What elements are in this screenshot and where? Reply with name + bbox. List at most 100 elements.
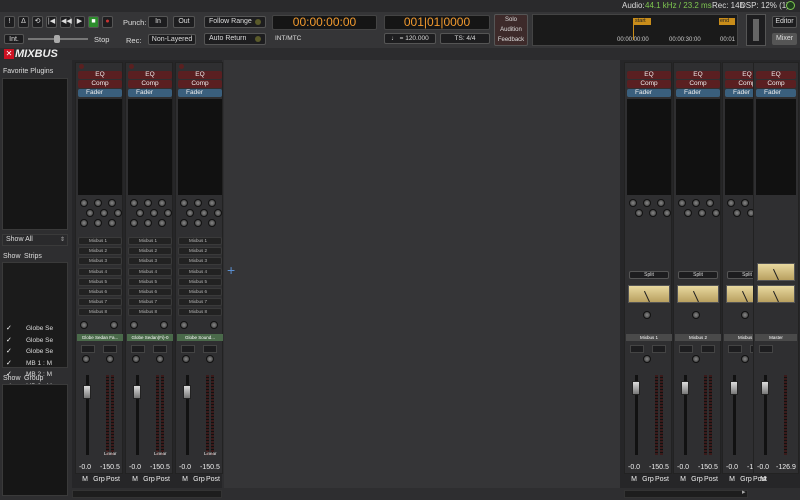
knob-icon[interactable] [643,199,651,207]
send-1[interactable]: Mixbus 1 [78,237,122,245]
strip-width-knob-icon[interactable] [106,355,114,363]
mute-button[interactable]: M [758,476,768,483]
peak-display[interactable]: -150.5 [698,464,718,471]
fader-plugin-button[interactable]: Fader [756,89,796,97]
eq-button[interactable]: EQ [627,71,671,79]
send-8[interactable]: Mixbus 8 [178,308,222,317]
comp-button[interactable]: Comp [627,80,671,88]
send-5[interactable]: Mixbus 5 [178,277,222,286]
mixbus-knob-icon[interactable] [692,311,700,319]
send-5[interactable]: Mixbus 5 [128,277,172,286]
knob-icon[interactable] [663,209,671,217]
strip-rec-icon[interactable] [129,64,134,69]
mixbus-scrollbar[interactable] [624,490,748,498]
strip-width-knob-icon[interactable] [206,355,214,363]
knob-icon[interactable] [114,209,122,217]
send-5[interactable]: Mixbus 5 [78,277,122,286]
strip-visible-checkbox-icon[interactable]: ✓ [6,324,12,332]
knob-icon[interactable] [741,199,749,207]
knob-icon[interactable] [657,199,665,207]
group-button[interactable]: Grp [142,476,156,483]
send-3[interactable]: Mixbus 3 [178,257,222,266]
fader-plugin-button[interactable]: Fader [627,89,671,97]
pan-knob-icon[interactable] [160,321,168,329]
loop-icon[interactable]: ⟲ [32,16,43,28]
solo-icon[interactable] [652,345,666,353]
gain-display[interactable]: -0.0 [79,464,91,471]
mute-icon[interactable] [181,345,195,353]
strip-name-button[interactable]: Globe Sound... [177,334,223,341]
processor-box[interactable] [756,99,796,195]
send-2[interactable]: Mixbus 2 [128,247,172,256]
peak-display[interactable]: -150.5 [150,464,170,471]
comp-button[interactable]: Comp [676,80,720,88]
strip-name-button[interactable]: Globe Sedan Fa... [77,334,123,341]
mixbus-knob-icon[interactable] [643,311,651,319]
peak-display[interactable]: -150.5 [649,464,669,471]
favorite-plugins-list[interactable] [2,78,68,230]
processor-box[interactable] [128,99,172,195]
send-2[interactable]: Mixbus 2 [78,247,122,256]
group-button[interactable]: Grp [192,476,206,483]
input-trim-knob-icon[interactable] [180,321,188,329]
rewind-icon[interactable]: ◀◀ [60,16,72,28]
group-button[interactable]: Grp [690,476,704,483]
mute-button[interactable]: M [130,476,140,483]
strip-list-row[interactable]: ✓ Globe Se [6,347,66,358]
comp-button[interactable]: Comp [756,80,796,88]
shuttle-slider[interactable] [28,35,88,43]
knob-icon[interactable] [180,199,188,207]
mute-button[interactable]: M [180,476,190,483]
knob-icon[interactable] [130,199,138,207]
fader-handle[interactable] [133,385,141,399]
knob-icon[interactable] [158,199,166,207]
knob-icon[interactable] [144,199,152,207]
gain-display[interactable]: -0.0 [726,464,738,471]
punch-in-button[interactable]: In [148,16,168,28]
processor-box[interactable] [178,99,222,195]
send-8[interactable]: Mixbus 8 [128,308,172,317]
solo-icon[interactable] [103,345,117,353]
start-marker[interactable]: start [633,18,651,25]
editor-button[interactable]: Editor [772,16,797,28]
punch-out-button[interactable]: Out [173,16,195,28]
peak-display[interactable]: -150.5 [200,464,220,471]
mixbus-pan-knob-icon[interactable] [692,355,700,363]
solo-icon[interactable] [153,345,167,353]
knob-icon[interactable] [158,219,166,227]
send-4[interactable]: Mixbus 4 [78,267,122,276]
knob-icon[interactable] [678,199,686,207]
strip-name-button[interactable]: Globe Sedan(Fi)-0 [127,334,173,341]
fader-handle[interactable] [83,385,91,399]
gain-display[interactable]: -0.0 [179,464,191,471]
pan-knob-icon[interactable] [110,321,118,329]
add-track-icon[interactable]: + [227,262,235,278]
group-button[interactable]: Grp [92,476,106,483]
primary-clock[interactable]: 00:00:00:00 [272,15,377,30]
meter-point-button[interactable]: Post [106,476,120,483]
secondary-clock[interactable]: 001|01|0000 [384,15,490,30]
shuttle-handle[interactable] [54,35,60,43]
split-button[interactable]: Split [678,271,718,279]
knob-icon[interactable] [684,209,692,217]
gain-display[interactable]: -0.0 [757,464,769,471]
eq-button[interactable]: EQ [756,71,796,79]
goto-start-icon[interactable]: |◀ [46,16,57,28]
knob-icon[interactable] [144,219,152,227]
knob-icon[interactable] [186,209,194,217]
fader-plugin-button[interactable]: Fader [128,89,172,97]
mixbus-name-button[interactable]: Mixbus 1 [626,334,672,341]
eq-button[interactable]: EQ [178,71,222,79]
meter-point-button[interactable]: Post [156,476,170,483]
knob-icon[interactable] [86,209,94,217]
metronome-icon[interactable]: Δ [18,16,29,28]
knob-icon[interactable] [698,209,706,217]
knob-icon[interactable] [164,209,172,217]
strip-pan-knob-icon[interactable] [82,355,90,363]
fader-plugin-button[interactable]: Fader [676,89,720,97]
knob-icon[interactable] [194,199,202,207]
knob-icon[interactable] [94,199,102,207]
send-6[interactable]: Mixbus 6 [128,288,172,296]
fader-handle[interactable] [761,381,769,395]
feedback-indicator[interactable]: Feedback [495,37,527,43]
